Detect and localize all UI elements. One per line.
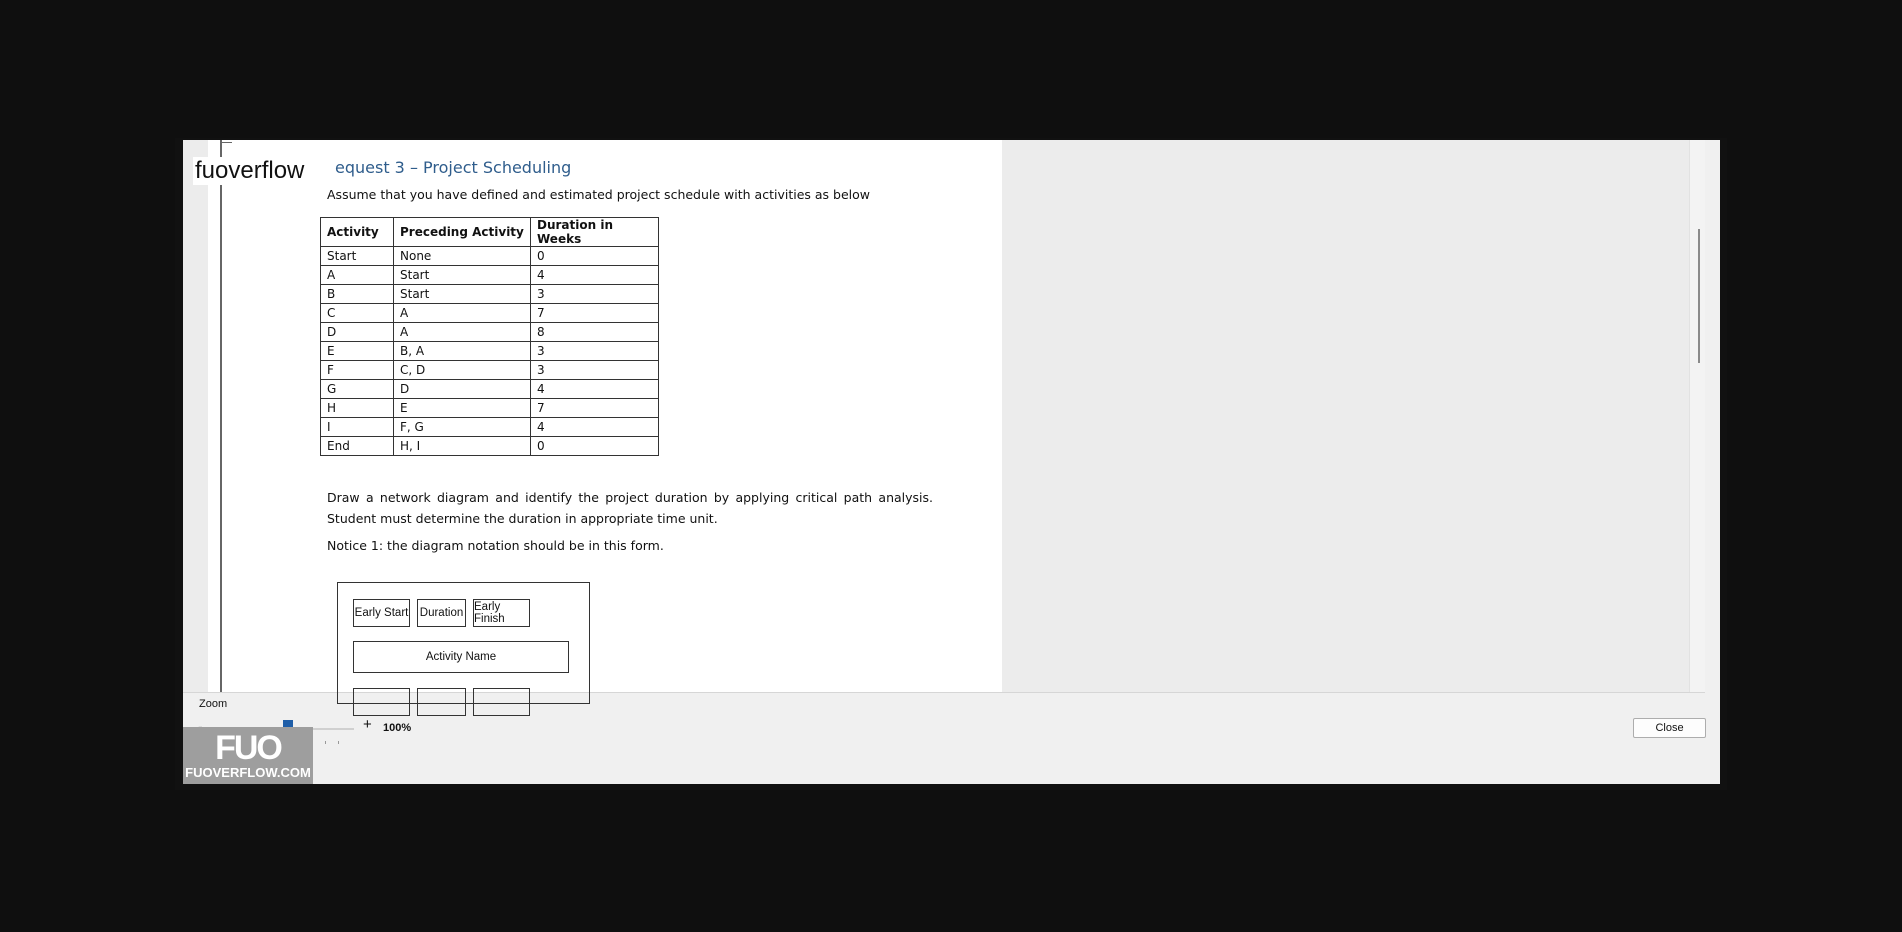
table-cell: I — [320, 417, 394, 437]
activity-table: Activity Preceding Activity Duration in … — [320, 217, 659, 456]
table-cell: E — [393, 398, 531, 418]
table-cell: F, G — [393, 417, 531, 437]
column-header-preceding: Preceding Activity — [393, 217, 531, 247]
table-cell: 3 — [530, 360, 659, 380]
table-cell: E — [320, 341, 394, 361]
table-cell: Start — [320, 246, 394, 266]
zoom-label: Zoom — [199, 698, 228, 710]
table-cell: G — [320, 379, 394, 399]
brand-label: fuoverflow — [193, 157, 307, 185]
close-button[interactable]: Close — [1633, 718, 1706, 738]
activity-table-body: Start None 0 A Start 4 B Start 3 C A 7 D A 8 E B, A 3 F C, … — [320, 246, 659, 456]
table-row: HE7 — [320, 398, 659, 418]
section-heading: equest 3 – Project Scheduling — [335, 158, 572, 177]
slack-box — [417, 688, 466, 716]
table-row: I F, G4 — [320, 417, 659, 437]
late-finish-box — [473, 688, 530, 716]
page-margin-tick — [220, 142, 232, 143]
zoom-value: 100% — [383, 722, 412, 734]
table-cell: None — [393, 246, 531, 266]
table-header-row: Activity Preceding Activity Duration in … — [320, 217, 659, 247]
column-header-activity: Activity — [320, 217, 394, 247]
late-start-box — [353, 688, 410, 716]
early-finish-box: Early Finish — [473, 599, 530, 627]
activity-name-box: Activity Name — [353, 641, 569, 673]
duration-box: Duration — [417, 599, 466, 627]
table-cell: 4 — [530, 379, 659, 399]
table-cell: A — [393, 322, 531, 342]
table-cell: D — [320, 322, 394, 342]
table-cell: 0 — [530, 246, 659, 266]
table-row: DA8 — [320, 322, 659, 342]
table-row: GD4 — [320, 379, 659, 399]
column-header-duration: Duration in Weeks — [530, 217, 659, 247]
zoom-in-button[interactable]: + — [363, 716, 372, 733]
vertical-scrollbar[interactable] — [1689, 140, 1705, 692]
table-cell: A — [320, 265, 394, 285]
table-cell: H, I — [393, 436, 531, 456]
table-cell: H — [320, 398, 394, 418]
table-row: A Start 4 — [320, 265, 659, 285]
table-row: E B, A3 — [320, 341, 659, 361]
early-start-box: Early Start — [353, 599, 410, 627]
instruction-paragraph: Draw a network diagram and identify the … — [327, 490, 933, 526]
table-cell: 3 — [530, 284, 659, 304]
image-viewer-dialog: equest 3 – Project Scheduling Assume tha… — [183, 140, 1720, 784]
document-scroll-area[interactable]: equest 3 – Project Scheduling Assume tha… — [183, 140, 1705, 716]
table-cell: Start — [393, 265, 531, 285]
watermark-logo: FUO FUOVERFLOW.COM — [183, 727, 313, 784]
table-cell: B, A — [393, 341, 531, 361]
table-cell: End — [320, 436, 394, 456]
table-cell: 4 — [530, 417, 659, 437]
notation-diagram: Early Start Duration Early Finish Activi… — [337, 582, 590, 716]
table-cell: 8 — [530, 322, 659, 342]
watermark-mark: FUO — [215, 729, 283, 767]
table-cell: F — [320, 360, 394, 380]
table-cell: B — [320, 284, 394, 304]
scrollbar-thumb[interactable] — [1698, 229, 1700, 363]
table-row: End H, I0 — [320, 436, 659, 456]
table-row: Start None 0 — [320, 246, 659, 266]
table-cell: Start — [393, 284, 531, 304]
table-row: F C, D3 — [320, 360, 659, 380]
table-cell: A — [393, 303, 531, 323]
table-row: CA7 — [320, 303, 659, 323]
page-margin-rule — [220, 140, 222, 692]
table-cell: C — [320, 303, 394, 323]
watermark-text: FUOVERFLOW.COM — [185, 765, 311, 780]
notice-text: Notice 1: the diagram notation should be… — [327, 538, 664, 553]
table-row: B Start 3 — [320, 284, 659, 304]
table-cell: C, D — [393, 360, 531, 380]
intro-text: Assume that you have defined and estimat… — [327, 187, 870, 202]
document-page: equest 3 – Project Scheduling Assume tha… — [208, 140, 1002, 716]
table-cell: 7 — [530, 398, 659, 418]
table-cell: 4 — [530, 265, 659, 285]
table-cell: 0 — [530, 436, 659, 456]
table-cell: 3 — [530, 341, 659, 361]
table-cell: 7 — [530, 303, 659, 323]
table-cell: D — [393, 379, 531, 399]
